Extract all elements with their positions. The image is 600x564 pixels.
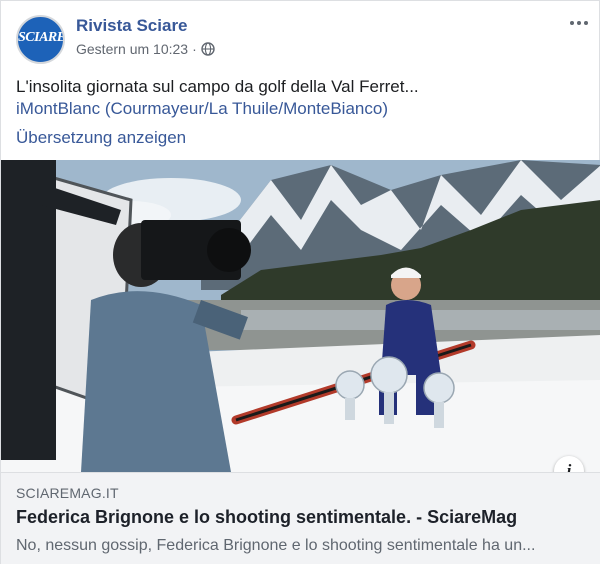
facebook-post: SCIARE Rivista Sciare Gestern um 10:23 ·…	[0, 0, 600, 564]
page-name-link[interactable]: Rivista Sciare	[76, 16, 188, 36]
page-avatar[interactable]: SCIARE	[16, 15, 65, 64]
post-text: L'insolita giornata sul campo da golf de…	[16, 77, 419, 96]
meta-separator: ·	[192, 41, 197, 57]
avatar-logo-text: SCIARE	[18, 30, 65, 45]
post-timestamp[interactable]: Gestern um 10:23	[76, 41, 188, 57]
preview-title[interactable]: Federica Brignone e lo shooting sentimen…	[16, 507, 517, 528]
see-translation-link[interactable]: Übersetzung anzeigen	[16, 128, 186, 148]
link-preview-card[interactable]: SCIAREMAG.IT Federica Brignone e lo shoo…	[1, 472, 600, 564]
preview-description: No, nessun gossip, Federica Brignone e l…	[16, 537, 536, 554]
post-meta: Gestern um 10:23 ·	[76, 41, 215, 57]
more-options-icon[interactable]	[567, 13, 591, 33]
photo-illustration	[1, 160, 600, 472]
preview-domain: SCIAREMAG.IT	[16, 485, 119, 501]
post-image[interactable]	[1, 160, 600, 472]
globe-icon	[201, 42, 215, 56]
hashtag-link[interactable]: iMontBlanc (Courmayeur/La Thuile/MonteBi…	[16, 98, 388, 120]
